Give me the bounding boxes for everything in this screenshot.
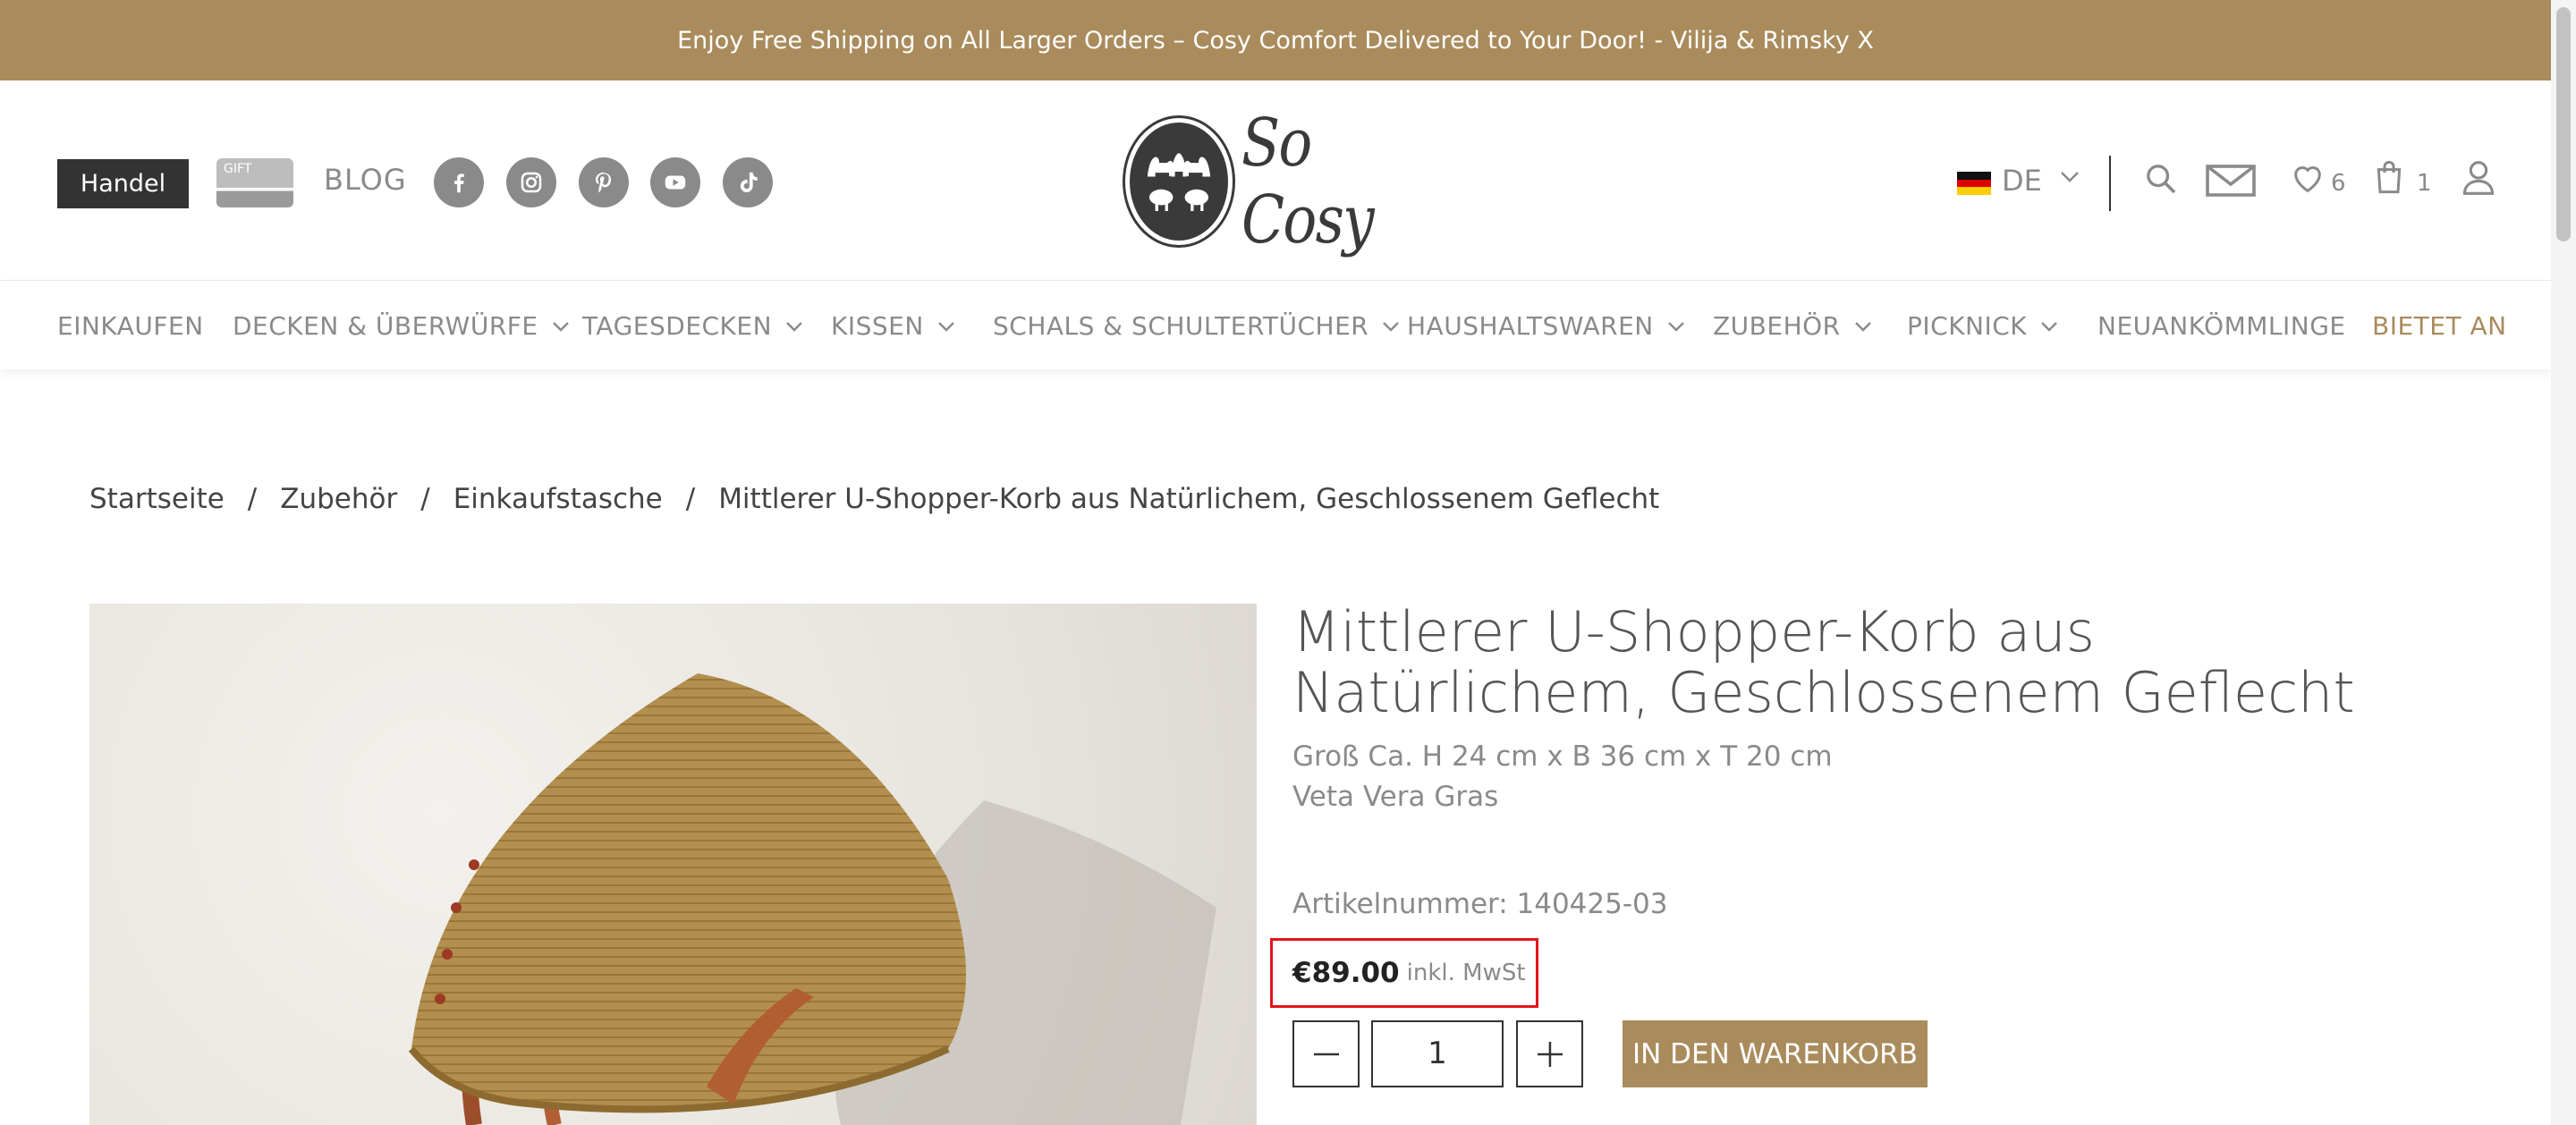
- chevron-down-icon: [552, 321, 569, 332]
- product-size: Groß Ca. H 24 cm x B 36 cm x T 20 cm: [1292, 740, 1833, 773]
- pinterest-icon[interactable]: [579, 157, 629, 207]
- account-user-icon[interactable]: [2462, 159, 2496, 197]
- search-icon[interactable]: [2143, 161, 2179, 197]
- chevron-down-icon: [1854, 321, 1871, 332]
- nav-item-schals[interactable]: SCHALS & SCHULTERTÜCHER: [993, 311, 1401, 341]
- gift-card-link[interactable]: GIFT: [216, 158, 293, 207]
- add-to-cart-button[interactable]: IN DEN WARENKORB: [1623, 1020, 1928, 1087]
- nav-label: KISSEN: [831, 311, 924, 341]
- nav-item-bietet-an[interactable]: BIETET AN: [2372, 311, 2507, 341]
- quantity-increase-button[interactable]: [1516, 1020, 1583, 1087]
- basket-illustration: [408, 673, 1216, 1125]
- youtube-icon[interactable]: [650, 157, 700, 207]
- site-logo[interactable]: So Cosy: [1125, 105, 1429, 258]
- announcement-bar: Enjoy Free Shipping on All Larger Orders…: [0, 0, 2551, 80]
- chevron-down-icon: [786, 321, 802, 332]
- breadcrumb-item-category[interactable]: Zubehör: [280, 483, 397, 515]
- tax-note: inkl. MwSt: [1406, 960, 1526, 986]
- nav-item-decken[interactable]: DECKEN & ÜBERWÜRFE: [233, 311, 571, 341]
- scrollbar-thumb[interactable]: [2556, 7, 2571, 241]
- nav-item-einkaufen[interactable]: EINKAUFEN: [57, 311, 204, 341]
- breadcrumb-separator: /: [685, 483, 696, 515]
- nav-item-picknick[interactable]: PICKNICK: [1907, 311, 2059, 341]
- alpaca-logo-icon: [1125, 117, 1233, 245]
- chevron-down-icon[interactable]: [2059, 170, 2080, 184]
- chevron-down-icon: [2041, 321, 2058, 332]
- nav-label: BIETET AN: [2372, 311, 2507, 341]
- product-price: €89.00: [1292, 957, 1400, 989]
- breadcrumb: Startseite / Zubehör / Einkaufstasche / …: [89, 483, 1659, 515]
- nav-item-haushaltswaren[interactable]: HAUSHALTSWAREN: [1407, 311, 1686, 341]
- chevron-down-icon: [1667, 321, 1684, 332]
- instagram-icon[interactable]: [506, 157, 556, 207]
- quantity-decrease-button[interactable]: [1292, 1020, 1360, 1087]
- nav-item-neuankoemmlinge[interactable]: NEUANKÖMMLINGE: [2097, 311, 2346, 341]
- site-header: Handel GIFT BLOG So Cosy DE 6 1: [0, 80, 2551, 280]
- chevron-down-icon: [1383, 321, 1400, 332]
- quantity-input[interactable]: 1: [1371, 1020, 1504, 1087]
- wishlist-heart-icon[interactable]: [2290, 161, 2326, 197]
- nav-label: NEUANKÖMMLINGE: [2097, 311, 2346, 341]
- header-divider: [2109, 156, 2111, 211]
- nav-label: EINKAUFEN: [57, 311, 204, 341]
- wishlist-count: 6: [2331, 170, 2346, 197]
- mail-icon[interactable]: [2206, 165, 2256, 197]
- language-selector[interactable]: DE: [2002, 164, 2042, 198]
- nav-label: TAGESDECKEN: [582, 311, 773, 341]
- handel-button[interactable]: Handel: [57, 159, 189, 208]
- nav-label: DECKEN & ÜBERWÜRFE: [233, 311, 538, 341]
- cart-bag-icon[interactable]: [2374, 159, 2404, 195]
- announcement-text: Enjoy Free Shipping on All Larger Orders…: [677, 26, 1874, 55]
- german-flag-icon[interactable]: [1957, 172, 1991, 195]
- breadcrumb-separator: /: [420, 483, 430, 515]
- gift-label: GIFT: [224, 162, 252, 176]
- product-material: Veta Vera Gras: [1292, 781, 1499, 813]
- nav-item-kissen[interactable]: KISSEN: [831, 311, 956, 341]
- breadcrumb-item-current: Mittlerer U-Shopper-Korb aus Natürlichem…: [718, 483, 1660, 515]
- main-navigation: EINKAUFEN DECKEN & ÜBERWÜRFE TAGESDECKEN…: [0, 280, 2551, 369]
- breadcrumb-separator: /: [247, 483, 258, 515]
- price-box: €89.00 inkl. MwSt: [1270, 938, 1538, 1008]
- nav-item-tagesdecken[interactable]: TAGESDECKEN: [582, 311, 804, 341]
- nav-label: PICKNICK: [1907, 311, 2028, 341]
- tiktok-icon[interactable]: [723, 157, 773, 207]
- chevron-down-icon: [937, 321, 954, 332]
- nav-label: SCHALS & SCHULTERTÜCHER: [993, 311, 1369, 341]
- plus-icon: [1537, 1041, 1563, 1067]
- minus-icon: [1313, 1053, 1339, 1055]
- nav-label: HAUSHALTSWAREN: [1407, 311, 1654, 341]
- product-sku: Artikelnummer: 140425-03: [1292, 888, 1668, 920]
- breadcrumb-item-subcategory[interactable]: Einkaufstasche: [453, 483, 663, 515]
- cart-count: 1: [2417, 170, 2432, 197]
- nav-item-zubehoer[interactable]: ZUBEHÖR: [1713, 311, 1873, 341]
- blog-link[interactable]: BLOG: [324, 163, 407, 197]
- facebook-icon[interactable]: [434, 157, 484, 207]
- product-image[interactable]: [89, 604, 1257, 1125]
- logo-text: So Cosy: [1241, 104, 1375, 258]
- nav-label: ZUBEHÖR: [1713, 311, 1841, 341]
- product-title: Mittlerer U-Shopper-Korb aus Natürlichem…: [1292, 599, 2355, 725]
- breadcrumb-item-home[interactable]: Startseite: [89, 483, 225, 515]
- page-scrollbar[interactable]: [2551, 0, 2576, 1125]
